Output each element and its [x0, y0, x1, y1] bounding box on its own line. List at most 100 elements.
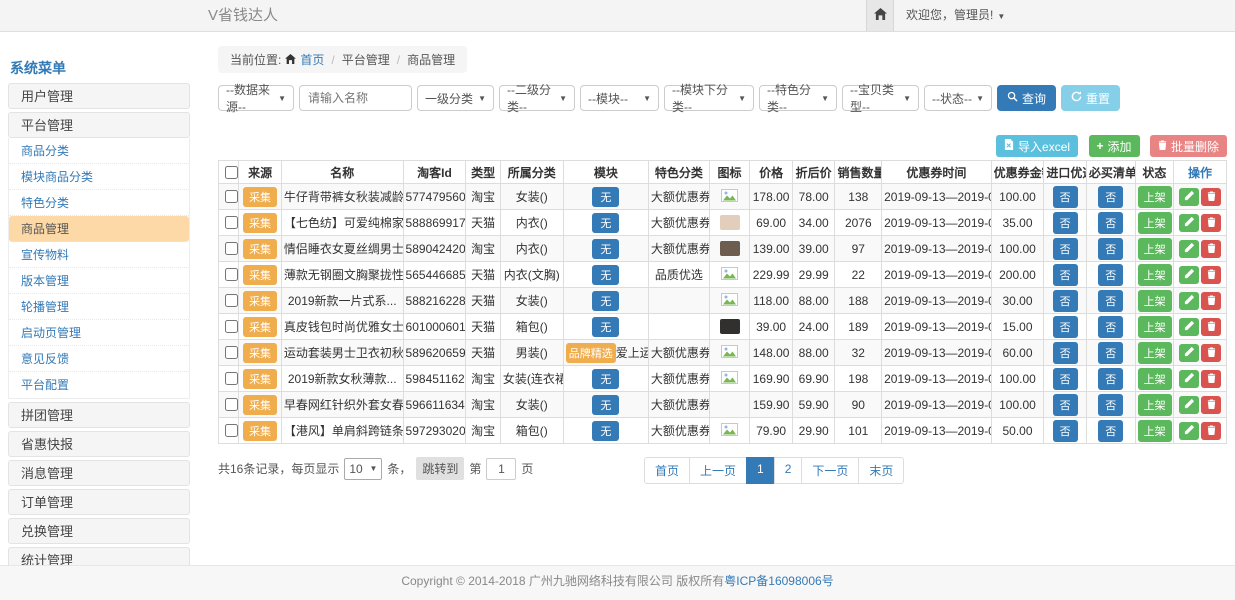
- edit-button[interactable]: [1179, 422, 1199, 440]
- on-shelf-button[interactable]: 上架: [1138, 316, 1172, 338]
- page-button-首页[interactable]: 首页: [644, 457, 690, 484]
- row-checkbox[interactable]: [225, 398, 238, 411]
- row-checkbox[interactable]: [225, 268, 238, 281]
- delete-button[interactable]: [1201, 266, 1221, 284]
- edit-button[interactable]: [1179, 318, 1199, 336]
- import-select-toggle[interactable]: 否: [1053, 394, 1078, 416]
- row-checkbox[interactable]: [225, 216, 238, 229]
- reset-button[interactable]: 重置: [1061, 85, 1120, 111]
- filter-select-宝贝类型[interactable]: --宝贝类型--▼: [842, 85, 919, 111]
- delete-button[interactable]: [1201, 344, 1221, 362]
- delete-button[interactable]: [1201, 188, 1221, 206]
- user-menu[interactable]: 欢迎您，管理员!▼: [906, 0, 1005, 32]
- source-badge[interactable]: 采集: [243, 239, 277, 259]
- on-shelf-button[interactable]: 上架: [1138, 264, 1172, 286]
- sidebar-item-轮播管理[interactable]: 轮播管理: [9, 294, 189, 320]
- batch-delete-button[interactable]: 批量删除: [1150, 135, 1227, 157]
- sidebar-item-特色分类[interactable]: 特色分类: [9, 190, 189, 216]
- per-page-select[interactable]: 10 ▼: [344, 458, 382, 480]
- sidebar-group-省惠快报[interactable]: 省惠快报: [8, 431, 190, 457]
- row-checkbox[interactable]: [225, 346, 238, 359]
- source-badge[interactable]: 采集: [243, 291, 277, 311]
- delete-button[interactable]: [1201, 240, 1221, 258]
- edit-button[interactable]: [1179, 292, 1199, 310]
- import-select-toggle[interactable]: 否: [1053, 212, 1078, 234]
- sidebar-item-版本管理[interactable]: 版本管理: [9, 268, 189, 294]
- page-button-1[interactable]: 1: [746, 457, 775, 484]
- sidebar-item-宣传物料[interactable]: 宣传物料: [9, 242, 189, 268]
- sidebar-item-模块商品分类[interactable]: 模块商品分类: [9, 164, 189, 190]
- filter-select-二级分类[interactable]: --二级分类--▼: [499, 85, 575, 111]
- import-excel-button[interactable]: 导入excel: [996, 135, 1078, 157]
- delete-button[interactable]: [1201, 214, 1221, 232]
- delete-button[interactable]: [1201, 318, 1221, 336]
- query-button[interactable]: 查询: [997, 85, 1056, 111]
- source-badge[interactable]: 采集: [243, 421, 277, 441]
- must-buy-toggle[interactable]: 否: [1098, 238, 1123, 260]
- filter-select-特色分类[interactable]: --特色分类--▼: [759, 85, 837, 111]
- row-checkbox[interactable]: [225, 190, 238, 203]
- edit-button[interactable]: [1179, 188, 1199, 206]
- sidebar-item-商品分类[interactable]: 商品分类: [9, 138, 189, 164]
- on-shelf-button[interactable]: 上架: [1138, 368, 1172, 390]
- edit-button[interactable]: [1179, 396, 1199, 414]
- on-shelf-button[interactable]: 上架: [1138, 420, 1172, 442]
- breadcrumb-home-link[interactable]: 首页: [300, 51, 324, 68]
- row-checkbox[interactable]: [225, 320, 238, 333]
- import-select-toggle[interactable]: 否: [1053, 290, 1078, 312]
- sidebar-group-拼团管理[interactable]: 拼团管理: [8, 402, 190, 428]
- filter-select-数据来源[interactable]: --数据来源--▼: [218, 85, 294, 111]
- edit-button[interactable]: [1179, 344, 1199, 362]
- page-button-上一页[interactable]: 上一页: [689, 457, 747, 484]
- delete-button[interactable]: [1201, 396, 1221, 414]
- source-badge[interactable]: 采集: [243, 369, 277, 389]
- filter-select-模块下分类[interactable]: --模块下分类--▼: [664, 85, 754, 111]
- must-buy-toggle[interactable]: 否: [1098, 264, 1123, 286]
- must-buy-toggle[interactable]: 否: [1098, 186, 1123, 208]
- delete-button[interactable]: [1201, 422, 1221, 440]
- home-shortcut-button[interactable]: [866, 0, 894, 31]
- must-buy-toggle[interactable]: 否: [1098, 420, 1123, 442]
- source-badge[interactable]: 采集: [243, 317, 277, 337]
- on-shelf-button[interactable]: 上架: [1138, 290, 1172, 312]
- on-shelf-button[interactable]: 上架: [1138, 212, 1172, 234]
- edit-button[interactable]: [1179, 370, 1199, 388]
- import-select-toggle[interactable]: 否: [1053, 420, 1078, 442]
- source-badge[interactable]: 采集: [243, 187, 277, 207]
- row-checkbox[interactable]: [225, 242, 238, 255]
- edit-button[interactable]: [1179, 266, 1199, 284]
- on-shelf-button[interactable]: 上架: [1138, 342, 1172, 364]
- on-shelf-button[interactable]: 上架: [1138, 394, 1172, 416]
- page-button-下一页[interactable]: 下一页: [801, 457, 859, 484]
- import-select-toggle[interactable]: 否: [1053, 316, 1078, 338]
- must-buy-toggle[interactable]: 否: [1098, 316, 1123, 338]
- sidebar-group-平台管理[interactable]: 平台管理: [8, 112, 190, 138]
- import-select-toggle[interactable]: 否: [1053, 368, 1078, 390]
- filter-select-模块[interactable]: --模块--▼: [580, 85, 659, 111]
- edit-button[interactable]: [1179, 214, 1199, 232]
- must-buy-toggle[interactable]: 否: [1098, 290, 1123, 312]
- must-buy-toggle[interactable]: 否: [1098, 368, 1123, 390]
- sidebar-item-意见反馈[interactable]: 意见反馈: [9, 346, 189, 372]
- filter-select-状态[interactable]: --状态--▼: [924, 85, 992, 111]
- page-button-末页[interactable]: 末页: [858, 457, 904, 484]
- delete-button[interactable]: [1201, 370, 1221, 388]
- must-buy-toggle[interactable]: 否: [1098, 342, 1123, 364]
- source-badge[interactable]: 采集: [243, 395, 277, 415]
- row-checkbox[interactable]: [225, 294, 238, 307]
- sidebar-item-商品管理[interactable]: 商品管理: [9, 216, 189, 242]
- filter-select-一级分类[interactable]: 一级分类▼: [417, 85, 494, 111]
- sidebar-item-平台配置[interactable]: 平台配置: [9, 372, 189, 398]
- jump-button[interactable]: 跳转到: [416, 457, 464, 480]
- import-select-toggle[interactable]: 否: [1053, 264, 1078, 286]
- import-select-toggle[interactable]: 否: [1053, 186, 1078, 208]
- on-shelf-button[interactable]: 上架: [1138, 186, 1172, 208]
- page-number-input[interactable]: [486, 458, 516, 480]
- import-select-toggle[interactable]: 否: [1053, 238, 1078, 260]
- sidebar-group-用户管理[interactable]: 用户管理: [8, 83, 190, 109]
- page-button-2[interactable]: 2: [774, 457, 803, 484]
- delete-button[interactable]: [1201, 292, 1221, 310]
- sidebar-item-启动页管理[interactable]: 启动页管理: [9, 320, 189, 346]
- must-buy-toggle[interactable]: 否: [1098, 394, 1123, 416]
- add-button[interactable]: + 添加: [1089, 135, 1140, 157]
